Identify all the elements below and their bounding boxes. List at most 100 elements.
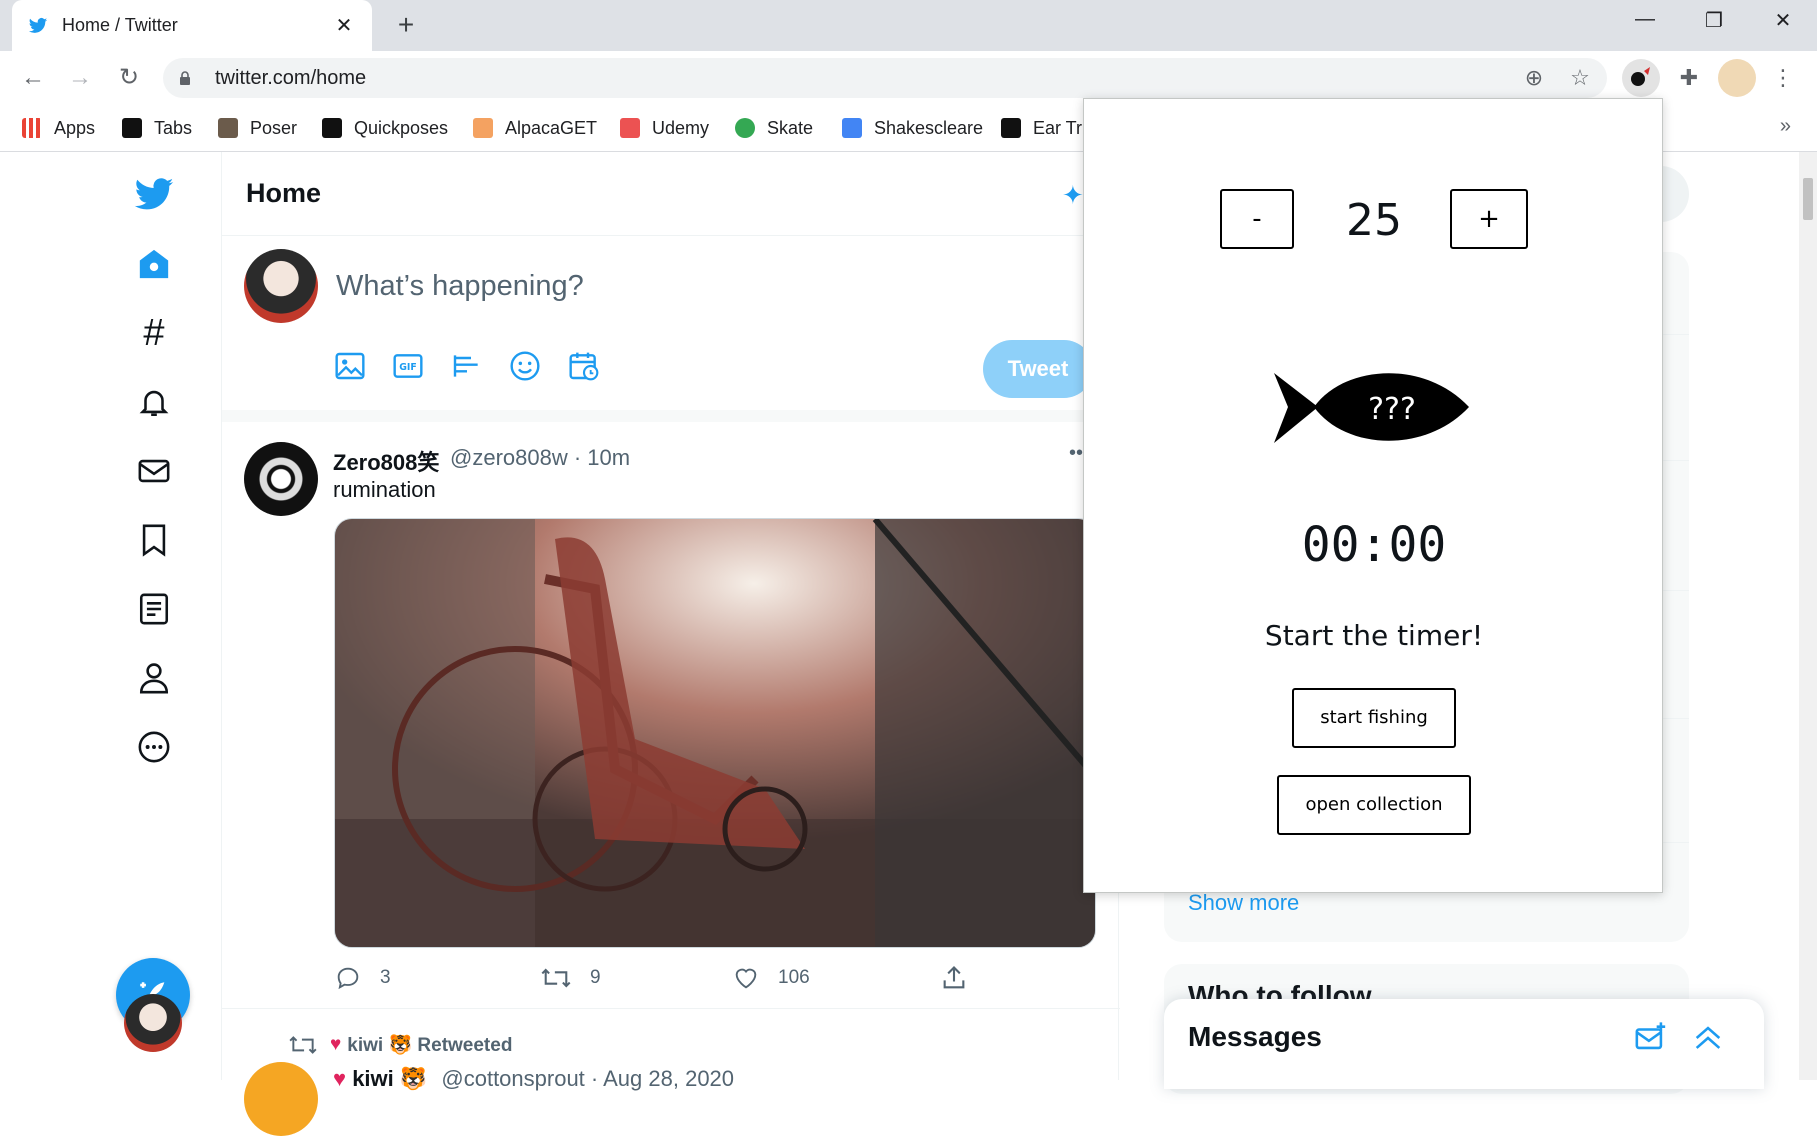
address-bar[interactable]: twitter.com/home ⊕ ☆ — [163, 58, 1607, 98]
tweet-divider — [222, 1008, 1120, 1009]
compose-avatar[interactable] — [244, 249, 318, 323]
reload-icon[interactable]: ↻ — [113, 62, 145, 94]
compose-divider — [222, 410, 1120, 422]
retweet-action[interactable]: 9 — [540, 964, 601, 992]
bookmark-skate[interactable]: Skate — [735, 115, 813, 141]
gif-icon[interactable]: GIF — [392, 350, 424, 382]
quickposes-logo-icon — [322, 118, 342, 138]
show-more-link[interactable]: Show more — [1188, 890, 1299, 916]
forward-arrow-icon[interactable]: → — [64, 62, 96, 94]
minimize-window-button[interactable]: — — [1625, 8, 1665, 42]
timer-status-text: Start the timer! — [1264, 619, 1484, 652]
compose-input[interactable]: What’s happening? — [336, 270, 584, 303]
tweet-author-handle[interactable]: @zero808w · 10m — [450, 445, 630, 471]
next-tweet-avatar[interactable] — [244, 1062, 318, 1136]
share-action[interactable] — [940, 964, 986, 992]
sparkle-icon[interactable]: ✦ — [1062, 180, 1084, 211]
twitter-sidebar-nav: # — [0, 152, 221, 1080]
retweeted-by-row: ♥ kiwi 🐯 Retweeted — [288, 1032, 512, 1058]
like-count: 106 — [778, 967, 810, 988]
tweet-button[interactable]: Tweet — [983, 340, 1093, 398]
bookmark-shakescleare[interactable]: Shakescleare — [842, 115, 983, 141]
emoji-icon[interactable] — [509, 350, 541, 382]
schedule-icon[interactable] — [568, 350, 600, 382]
bookmarks-overflow-icon[interactable]: » — [1780, 115, 1791, 138]
tabs-logo-icon — [122, 118, 142, 138]
tab-strip: Home / Twitter ✕ + — ❐ ✕ — [0, 0, 1817, 51]
tweet-text: rumination — [333, 477, 436, 502]
back-arrow-icon[interactable]: ← — [17, 62, 49, 94]
wheelchair-illustration — [335, 519, 1095, 947]
extensions-puzzle-icon[interactable]: ✚ — [1670, 59, 1708, 97]
scrollbar-thumb[interactable] — [1803, 178, 1813, 220]
new-message-icon[interactable] — [1634, 1021, 1668, 1055]
messages-drawer[interactable]: Messages — [1164, 999, 1764, 1089]
retweet-small-icon — [289, 1036, 317, 1054]
heart-icon — [735, 968, 757, 989]
retweeted-by-text[interactable]: kiwi 🐯 Retweeted — [347, 1033, 512, 1057]
page-title: Home — [246, 178, 322, 208]
messages-envelope-icon[interactable] — [131, 448, 177, 494]
restore-window-button[interactable]: ❐ — [1694, 8, 1734, 42]
mystery-fish-icon: ??? — [1274, 373, 1469, 443]
tweet-author-name[interactable]: Zero808笑 — [333, 445, 439, 477]
add-circle-icon[interactable]: ⊕ — [1521, 65, 1547, 91]
bookmark-apps[interactable]: Apps — [22, 115, 95, 141]
browser-toolbar: ← → ↻ twitter.com/home ⊕ ☆ ✚ ⋮ — [0, 51, 1817, 105]
profile-person-icon[interactable] — [131, 655, 177, 701]
tab-close-icon[interactable]: ✕ — [332, 13, 356, 38]
twitter-logo-icon[interactable] — [131, 172, 177, 218]
fish-label: ??? — [1368, 392, 1416, 427]
account-avatar[interactable] — [124, 994, 182, 1052]
shakescleare-logo-icon — [842, 118, 862, 138]
home-icon[interactable] — [131, 241, 177, 287]
share-icon — [943, 966, 965, 989]
bookmark-alpacaget[interactable]: AlpacaGET — [473, 115, 597, 141]
start-fishing-button[interactable]: start fishing — [1292, 688, 1456, 748]
new-tab-button[interactable]: + — [390, 10, 422, 42]
fishing-timer-popup: - 25 + ??? 00:00 Start the timer! start … — [1083, 98, 1663, 893]
like-action[interactable]: 106 — [732, 964, 810, 992]
browser-tab[interactable]: Home / Twitter ✕ — [12, 0, 372, 51]
header-divider — [222, 235, 1120, 236]
decrease-minutes-button[interactable]: - — [1220, 189, 1294, 249]
bookmark-tabs[interactable]: Tabs — [122, 115, 192, 141]
page-scrollbar[interactable] — [1799, 152, 1817, 1080]
tab-title: Home / Twitter — [62, 15, 178, 35]
bookmark-quickposes[interactable]: Quickposes — [322, 115, 448, 141]
alpacaget-logo-icon — [473, 118, 493, 138]
twitter-favicon-icon — [28, 17, 48, 33]
bookmark-star-icon[interactable]: ☆ — [1567, 65, 1593, 91]
skate-logo-icon — [735, 118, 755, 138]
bookmark-poser[interactable]: Poser — [218, 115, 297, 141]
expand-chevron-icon[interactable] — [1691, 1021, 1725, 1055]
reply-action[interactable]: 3 — [334, 964, 391, 992]
url-text[interactable]: twitter.com/home — [215, 67, 1501, 90]
more-options-icon[interactable] — [131, 724, 177, 770]
bookmark-ear-training[interactable]: Ear Tr — [1001, 115, 1082, 141]
timer-display: 00:00 — [1301, 517, 1447, 573]
ear-training-logo-icon — [1001, 118, 1021, 138]
explore-hashtag-icon[interactable]: # — [131, 310, 177, 356]
bookmark-udemy[interactable]: Udemy — [620, 115, 709, 141]
notifications-bell-icon[interactable] — [131, 379, 177, 425]
svg-text:GIF: GIF — [399, 362, 417, 373]
heart-emoji-icon: ♥ — [333, 1066, 347, 1091]
messages-title: Messages — [1188, 1021, 1322, 1052]
media-image-icon[interactable] — [334, 350, 366, 382]
lists-icon[interactable] — [131, 586, 177, 632]
close-window-button[interactable]: ✕ — [1763, 8, 1803, 42]
fishing-extension-icon[interactable] — [1622, 59, 1660, 97]
browser-menu-icon[interactable]: ⋮ — [1764, 59, 1802, 97]
next-tweet-author[interactable]: ♥ kiwi 🐯 @cottonsprout · Aug 28, 2020 — [333, 1066, 734, 1092]
lock-icon — [180, 71, 190, 85]
bookmarks-icon[interactable] — [131, 517, 177, 563]
poll-icon[interactable] — [451, 350, 483, 382]
increase-minutes-button[interactable]: + — [1450, 189, 1528, 249]
udemy-logo-icon — [620, 118, 640, 138]
minutes-value: 25 — [1346, 195, 1402, 246]
tweet-author-avatar[interactable] — [244, 442, 318, 516]
tweet-image[interactable] — [334, 518, 1096, 948]
open-collection-button[interactable]: open collection — [1277, 775, 1471, 835]
profile-avatar[interactable] — [1718, 59, 1756, 97]
